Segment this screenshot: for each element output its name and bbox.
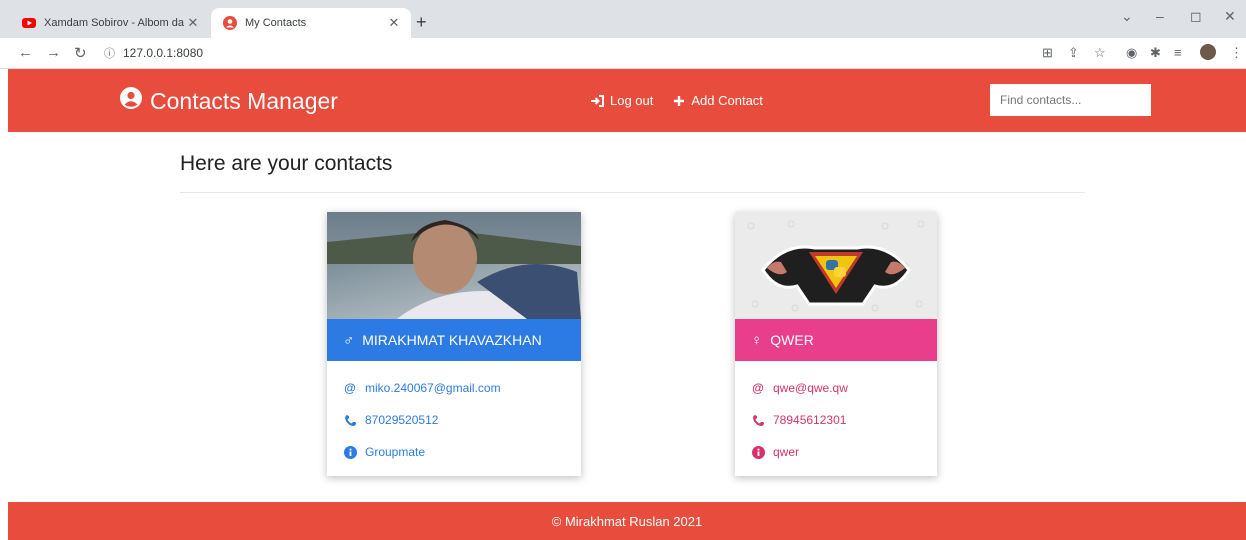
window-close-icon[interactable]: ✕ [1224,8,1236,25]
brand[interactable]: Contacts Manager [120,87,338,115]
contact-name: QWER [770,332,814,348]
user-circle-icon [120,87,142,115]
new-tab-icon[interactable]: + [416,12,427,33]
footer: © Mirakhmat Ruslan 2021 [8,502,1246,540]
email-text: qwe@qwe.qw [773,381,848,395]
tab-title: Xamdam Sobirov - Albom dastu [44,17,184,29]
info-icon [343,445,357,459]
logout-label: Log out [610,93,654,108]
contact-name: MIRAKHMAT KHAVAZKHAN [362,332,542,348]
phone-icon [343,414,357,427]
back-icon[interactable]: ← [18,44,33,61]
tab-title: My Contacts [245,17,307,29]
contact-favicon-icon [223,16,237,30]
site-info-icon[interactable]: ⓘ [104,45,115,61]
contact-email[interactable]: @ miko.240067@gmail.com [343,381,501,395]
browser-menu-icon[interactable]: ⋮ [1230,45,1243,61]
reload-icon[interactable]: ↻ [74,44,87,62]
minimize-icon[interactable]: – [1156,8,1164,24]
youtube-icon [22,16,36,30]
browser-tab-bar: Xamdam Sobirov - Albom dastu ✕ My Contac… [0,0,1246,38]
extensions-puzzle-icon[interactable]: ✱ [1150,45,1161,61]
contact-name-bar: ♂ MIRAKHMAT KHAVAZKHAN [327,319,581,361]
contact-name-bar: ♀ QWER [735,319,937,361]
app-navbar: Contacts Manager Log out Add Contact [8,69,1246,132]
browser-tab-my-contacts[interactable]: My Contacts ✕ [211,8,411,38]
email-text: miko.240067@gmail.com [365,381,501,395]
contact-photo [327,212,581,319]
brand-title: Contacts Manager [150,87,338,114]
divider [180,192,1085,193]
male-icon: ♂ [343,331,355,349]
phone-text: 87029520512 [365,413,439,427]
profile-avatar[interactable] [1200,44,1216,60]
phone-text: 78945612301 [773,413,847,427]
contact-info: qwer [751,445,799,459]
reading-list-icon[interactable]: ≡ [1174,45,1182,60]
share-icon[interactable]: ⇪ [1068,45,1079,61]
info-text: qwer [773,445,800,459]
translate-icon[interactable]: ⊞ [1042,45,1053,61]
tab-close-icon[interactable]: ✕ [385,15,403,31]
at-icon: @ [752,381,764,395]
logout-link[interactable]: Log out [590,93,653,108]
footer-text: © Mirakhmat Ruslan 2021 [551,513,703,529]
plus-icon [674,95,685,106]
info-text: Groupmate [365,445,426,459]
contact-info: Groupmate [343,445,425,459]
url-text: 127.0.0.1:8080 [123,46,204,60]
browser-tab-youtube[interactable]: Xamdam Sobirov - Albom dastu ✕ [10,8,210,38]
search-input[interactable] [990,84,1151,116]
contact-phone[interactable]: 87029520512 [343,413,438,427]
contact-card[interactable]: ♂ MIRAKHMAT KHAVAZKHAN @ miko.240067@gma… [327,212,581,476]
contact-email[interactable]: @ qwe@qwe.qw [751,381,848,395]
contact-phone[interactable]: 78945612301 [751,413,846,427]
page-title: Here are your contacts [180,152,393,175]
add-contact-link[interactable]: Add Contact [673,93,763,108]
url-field[interactable]: ⓘ 127.0.0.1:8080 [104,45,203,61]
at-icon: @ [344,381,356,395]
restore-icon[interactable]: ◻ [1190,8,1202,25]
extension-icon[interactable]: ◉ [1126,45,1137,61]
contact-photo [735,212,937,319]
contact-card[interactable]: ♀ QWER @ qwe@qwe.qw 78945612301 qwer [735,212,937,476]
tab-search-chevron-icon[interactable]: ⌄ [1121,8,1133,25]
forward-icon[interactable]: → [46,44,61,61]
add-contact-label: Add Contact [691,93,763,108]
phone-icon [751,414,765,427]
info-icon [751,445,765,459]
sign-out-icon [591,94,604,107]
tab-close-icon[interactable]: ✕ [184,15,202,31]
female-icon: ♀ [751,331,763,349]
bookmark-star-icon[interactable]: ☆ [1094,45,1106,61]
browser-address-bar: ← → ↻ ⓘ 127.0.0.1:8080 ⊞ ⇪ ☆ ◉ ✱ ≡ ⋮ [0,38,1246,69]
